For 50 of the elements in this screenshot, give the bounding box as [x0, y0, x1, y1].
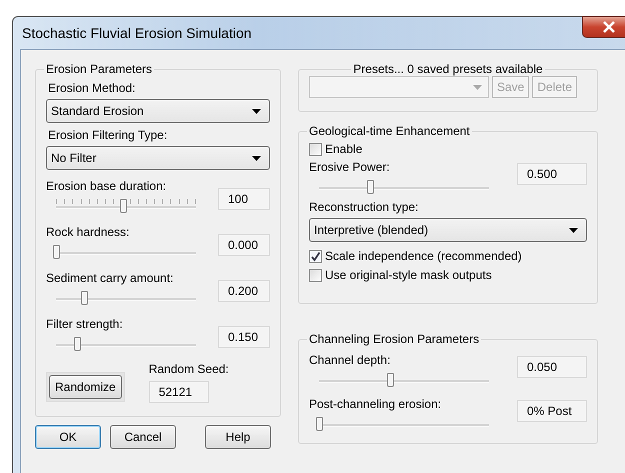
checkbox-label: Use original-style mask outputs — [325, 268, 492, 283]
caret-icon — [252, 108, 261, 114]
slider-thumb[interactable] — [53, 245, 60, 259]
value-field[interactable]: 0.500 — [517, 163, 587, 185]
slider-thumb[interactable] — [74, 337, 81, 351]
dropdown[interactable]: Interpretive (blended) — [309, 218, 587, 242]
group-title: Erosion Parameters — [45, 62, 154, 76]
checkbox-label: Enable — [325, 142, 362, 157]
dialog-button[interactable]: OK — [35, 425, 101, 449]
dialog-button[interactable]: Cancel — [110, 425, 176, 449]
dialog-button[interactable]: Help — [205, 425, 271, 449]
slider-thumb[interactable] — [367, 180, 374, 194]
value-field[interactable]: 0.150 — [218, 326, 270, 348]
slider-thumb[interactable] — [316, 417, 323, 431]
dropdown[interactable]: No Filter — [46, 146, 270, 170]
slider-thumb[interactable] — [387, 373, 394, 387]
close-button[interactable] — [582, 16, 625, 38]
slider-label: Channel depth: — [309, 353, 392, 368]
field-label: Erosion Filtering Type: — [48, 128, 168, 143]
seed-label: Random Seed: — [148, 362, 229, 377]
slider-label: Erosion base duration: — [46, 179, 168, 194]
slider-label: Filter strength: — [46, 317, 124, 332]
slider-label: Erosive Power: — [309, 160, 391, 175]
value-field[interactable]: 100 — [218, 188, 270, 210]
value-field[interactable]: 0.200 — [218, 280, 270, 302]
group-title: Presets... 0 saved presets available — [352, 62, 544, 76]
checkbox[interactable] — [309, 143, 322, 156]
slider-label: Sediment carry amount: — [46, 271, 174, 286]
checkbox[interactable] — [309, 250, 322, 263]
caret-icon — [252, 156, 261, 160]
value-field[interactable]: 0.050 — [517, 356, 587, 378]
randomize-button[interactable]: Randomize — [49, 375, 122, 399]
checkbox-label: Scale independence (recommended) — [325, 249, 522, 264]
close-icon — [602, 21, 616, 33]
group-title: Channeling Erosion Parameters — [308, 332, 480, 346]
slider-label: Post-channeling erosion: — [309, 397, 442, 412]
caret-icon — [569, 228, 578, 232]
value-field[interactable]: 0% Post — [517, 400, 587, 422]
field-label: Erosion Method: — [48, 81, 136, 96]
field-label: Reconstruction type: — [309, 200, 420, 215]
slider-thumb[interactable] — [81, 291, 88, 305]
group-title: Geological-time Enhancement — [308, 124, 471, 138]
dropdown[interactable]: Standard Erosion — [46, 99, 270, 123]
slider-thumb[interactable] — [120, 199, 128, 213]
window-title: Stochastic Fluvial Erosion Simulation — [22, 25, 252, 41]
seed-field[interactable]: 52121 — [148, 381, 209, 403]
checkbox[interactable] — [309, 269, 322, 282]
caret-icon — [473, 84, 482, 90]
slider-label: Rock hardness: — [46, 225, 130, 240]
value-field[interactable]: 0.000 — [218, 234, 270, 256]
